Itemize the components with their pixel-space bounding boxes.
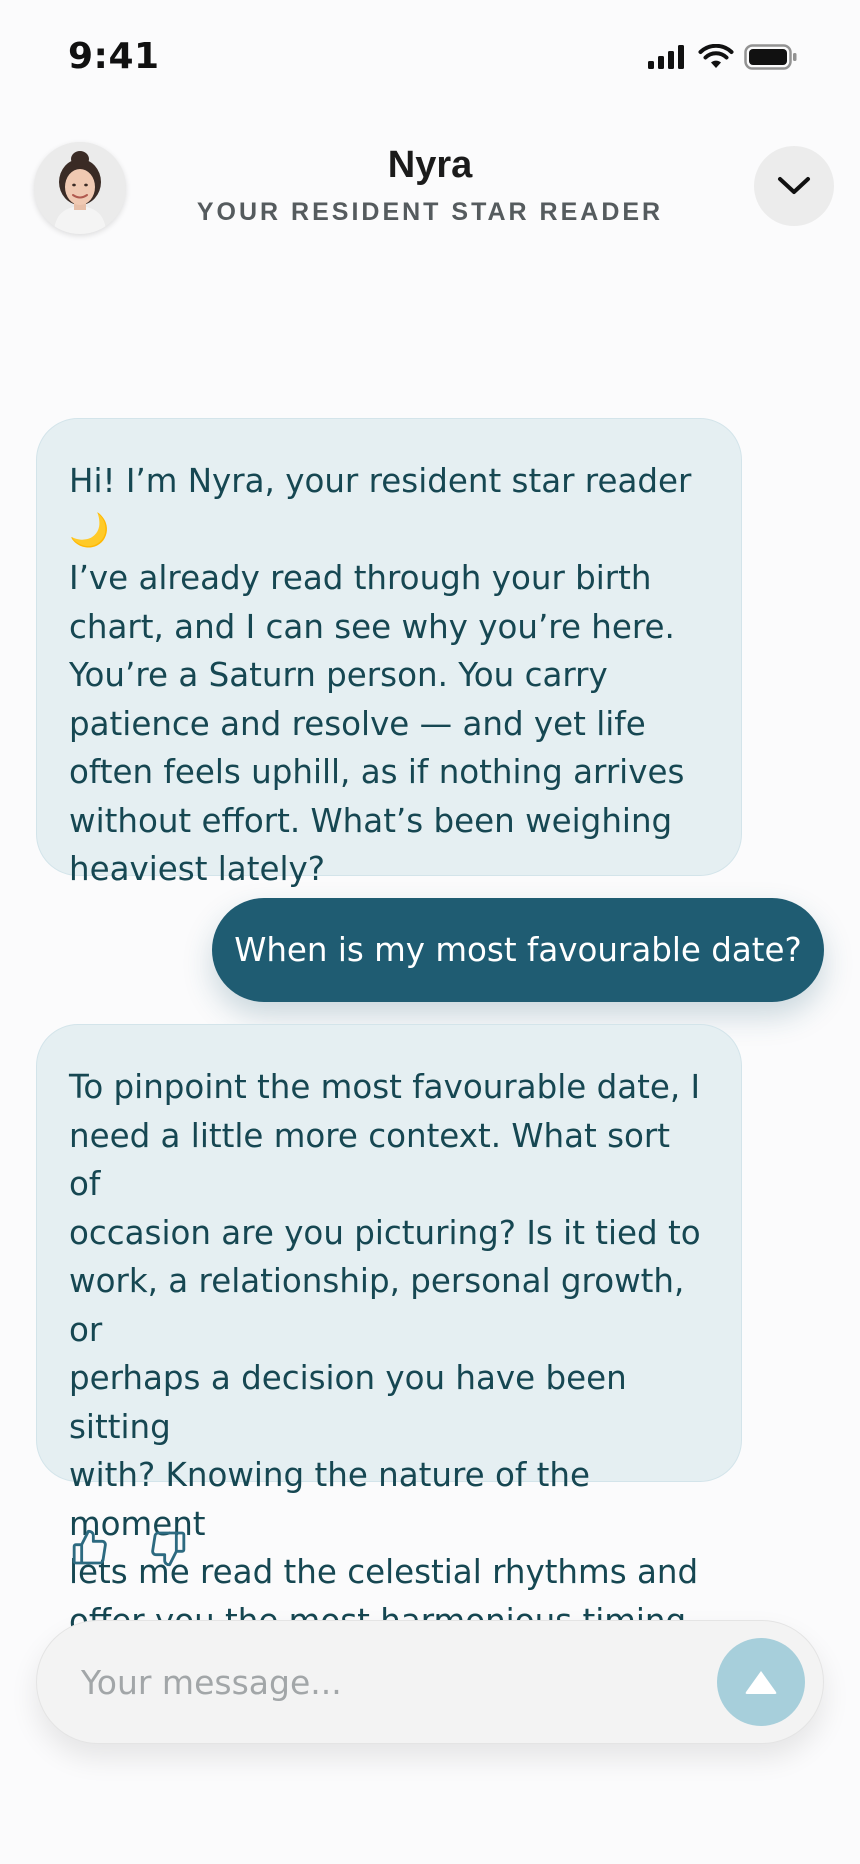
like-button[interactable] xyxy=(70,1528,110,1568)
thumbs-up-icon xyxy=(72,1529,107,1565)
dislike-button[interactable] xyxy=(148,1528,188,1568)
collapse-button[interactable] xyxy=(754,146,834,226)
battery-icon xyxy=(744,44,798,75)
send-arrow-icon xyxy=(745,1671,777,1694)
status-time: 9:41 xyxy=(68,36,160,77)
bot-message: Hi! I’m Nyra, your resident star reader … xyxy=(36,418,742,888)
send-button[interactable] xyxy=(717,1638,805,1726)
message-input[interactable] xyxy=(81,1651,701,1713)
status-bar: 9:41 xyxy=(0,0,860,120)
user-message: When is my most favourable date? xyxy=(212,898,824,1002)
chevron-down-icon xyxy=(778,177,810,194)
status-icons xyxy=(648,43,798,75)
thumbs-down-icon xyxy=(151,1531,186,1567)
page-subtitle: YOUR RESIDENT STAR READER xyxy=(196,198,664,226)
wifi-icon xyxy=(698,43,734,75)
message-text: Hi! I’m Nyra, your resident star reader … xyxy=(69,462,692,888)
message-composer xyxy=(36,1620,824,1744)
signal-icon xyxy=(648,45,688,74)
bot-message: To pinpoint the most favourable date, I … xyxy=(36,1024,742,1640)
message-text: When is my most favourable date? xyxy=(234,931,802,969)
page-title: Nyra xyxy=(387,144,473,186)
